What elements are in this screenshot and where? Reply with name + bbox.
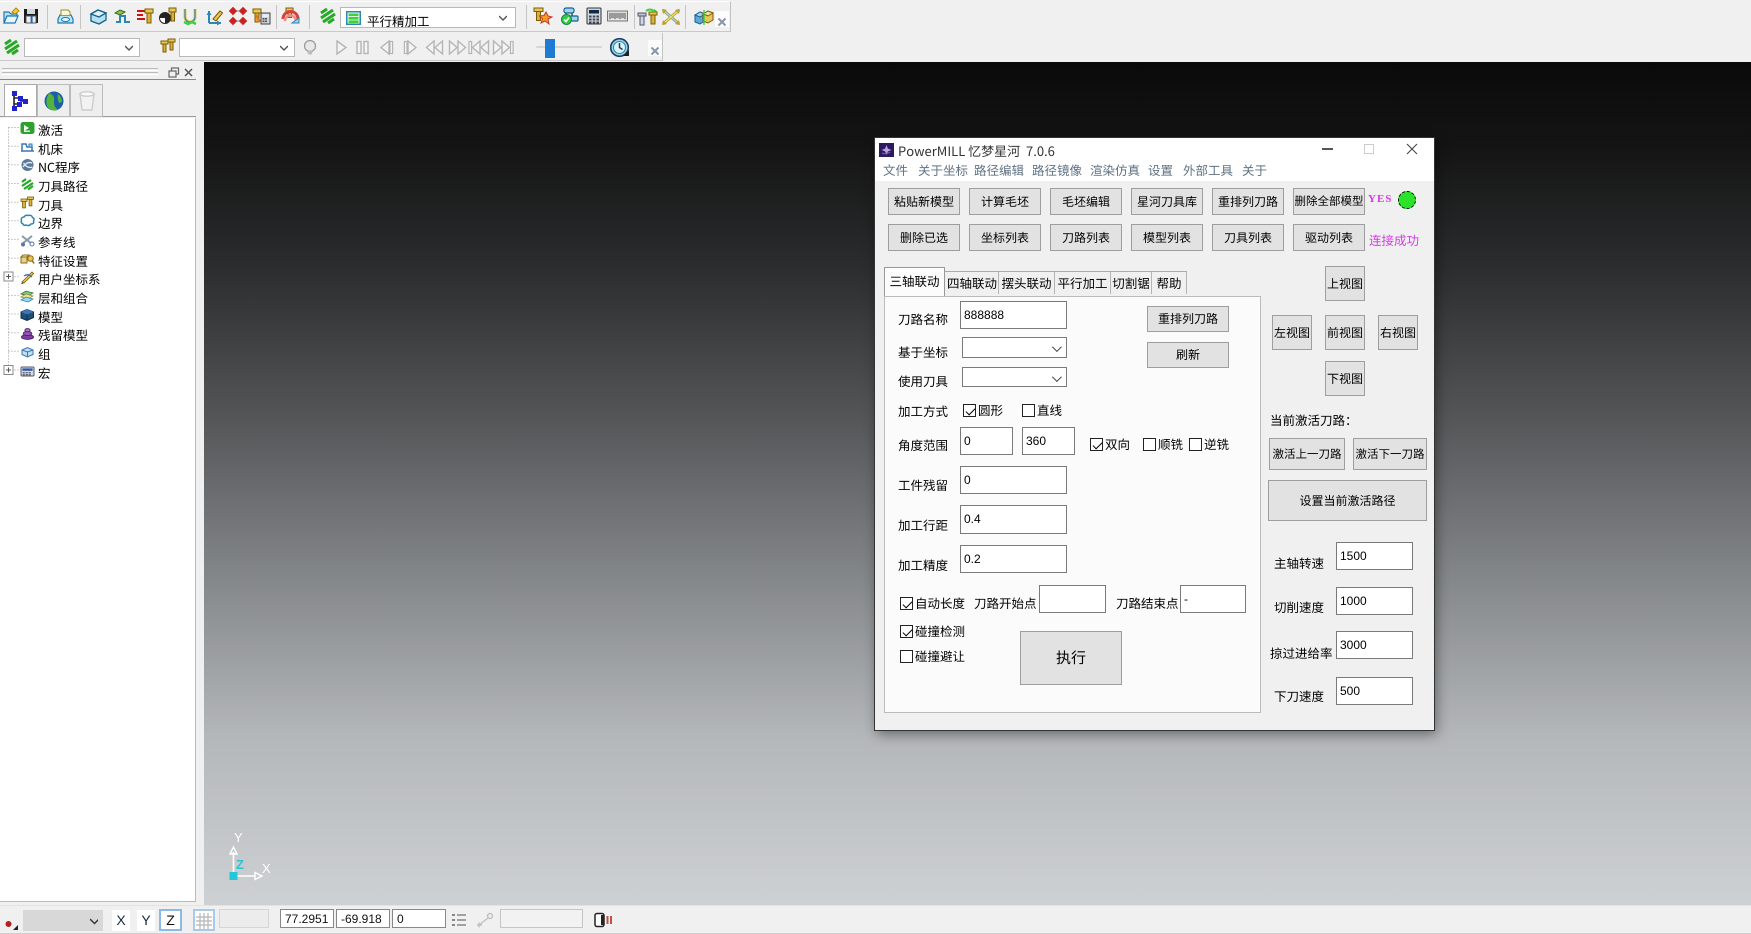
svg-text:Z: Z — [236, 857, 244, 872]
svg-text:Y: Y — [234, 830, 243, 845]
svg-text:X: X — [262, 861, 271, 876]
